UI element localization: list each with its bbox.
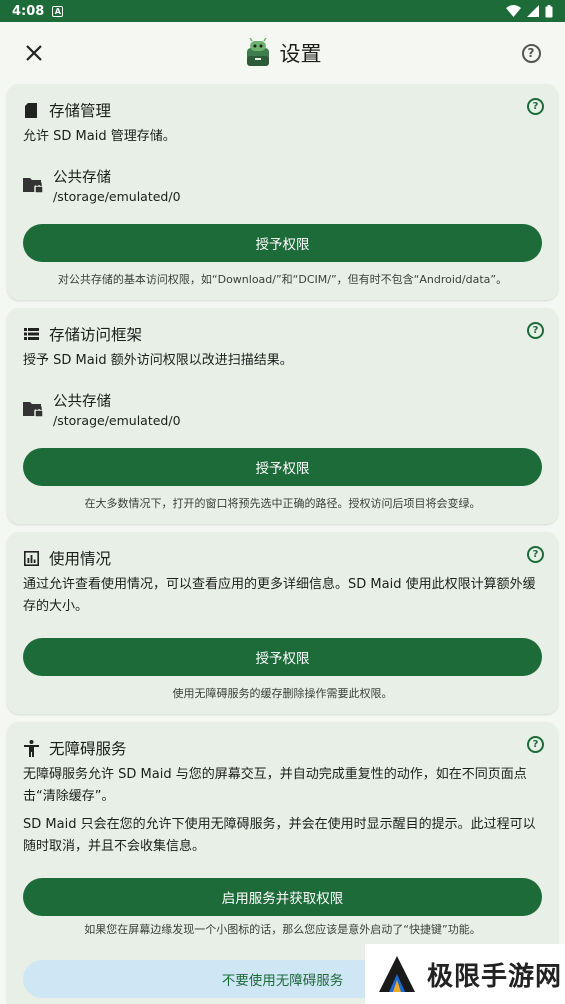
grant-permission-button[interactable]: 授予权限 — [23, 224, 542, 262]
a-icon: A — [52, 5, 64, 17]
card-note: 在大多数情况下，打开的窗口将预先选中正确的路径。授权访问后项目将会变绿。 — [84, 497, 481, 510]
card-storage-manager: 存储管理 ? 允许 SD Maid 管理存储。 公共存储 /storage/em… — [7, 84, 558, 300]
card-title: 存储访问框架 — [49, 326, 143, 344]
storage-location: 公共存储 /storage/emulated/0 — [23, 166, 542, 204]
card-help-icon[interactable]: ? — [527, 322, 544, 339]
grant-permission-button[interactable]: 授予权限 — [23, 448, 542, 486]
card-description: 允许 SD Maid 管理存储。 — [23, 129, 176, 144]
card-help-icon[interactable]: ? — [527, 546, 544, 563]
app-logo-icon — [246, 38, 269, 66]
card-title: 存储管理 — [49, 102, 112, 120]
card-note: 使用无障碍服务的缓存删除操作需要此权限。 — [172, 687, 393, 700]
watermark: 极限手游网 — [365, 944, 565, 1004]
card-title: 无障碍服务 — [49, 740, 127, 758]
close-icon — [26, 45, 42, 61]
storage-path: /storage/emulated/0 — [53, 189, 181, 204]
card-title: 使用情况 — [49, 550, 112, 568]
help-button[interactable]: ? — [511, 33, 551, 73]
card-description: 通过允许查看使用情况，可以查看应用的更多详细信息。SD Maid 使用此权限计算… — [23, 577, 536, 614]
toolbar: 设置 ? — [0, 22, 565, 84]
storage-name: 公共存储 — [53, 170, 111, 186]
card-storage-access-framework: 存储访问框架 ? 授予 SD Maid 额外访问权限以改进扫描结果。 公共存储 … — [7, 308, 558, 524]
folder-lock-icon — [23, 400, 44, 418]
status-bar: 4:08 A — [0, 0, 565, 22]
card-note: 对公共存储的基本访问权限，如“Download/”和“DCIM/”，但有时不包含… — [57, 273, 508, 286]
card-help-icon[interactable]: ? — [527, 98, 544, 115]
folder-lock-icon — [23, 176, 44, 194]
storage-name: 公共存储 — [53, 394, 111, 410]
card-description-2: SD Maid 只会在您的允许下使用无障碍服务，并会在使用时显示醒目的提示。此过… — [23, 817, 536, 854]
card-description: 授予 SD Maid 额外访问权限以改进扫描结果。 — [23, 353, 293, 368]
storage-location: 公共存储 /storage/emulated/0 — [23, 390, 542, 428]
accessibility-icon — [23, 739, 39, 757]
watermark-logo-icon — [375, 952, 419, 996]
sd-card-icon — [23, 102, 39, 118]
card-help-icon[interactable]: ? — [527, 736, 544, 753]
storage-path: /storage/emulated/0 — [53, 413, 181, 428]
watermark-text: 极限手游网 — [427, 961, 563, 992]
list-icon — [23, 326, 39, 342]
card-note: 如果您在屏幕边缘发现一个小图标的话，那么您应该是意外启动了“快捷键”功能。 — [84, 923, 481, 936]
battery-icon — [545, 4, 553, 17]
close-button[interactable] — [14, 33, 54, 73]
enable-service-button[interactable]: 启用服务并获取权限 — [23, 878, 542, 916]
card-usage-stats: 使用情况 ? 通过允许查看使用情况，可以查看应用的更多详细信息。SD Maid … — [7, 532, 558, 714]
status-time: 4:08 — [12, 3, 45, 19]
card-description: 无障碍服务允许 SD Maid 与您的屏幕交互，并自动完成重复性的动作，如在不同… — [23, 767, 527, 804]
bar-chart-icon — [23, 550, 39, 566]
page-title: 设置 — [279, 42, 322, 66]
wifi-icon — [506, 5, 521, 17]
help-icon: ? — [521, 43, 541, 63]
signal-icon — [527, 5, 539, 17]
grant-permission-button[interactable]: 授予权限 — [23, 638, 542, 676]
